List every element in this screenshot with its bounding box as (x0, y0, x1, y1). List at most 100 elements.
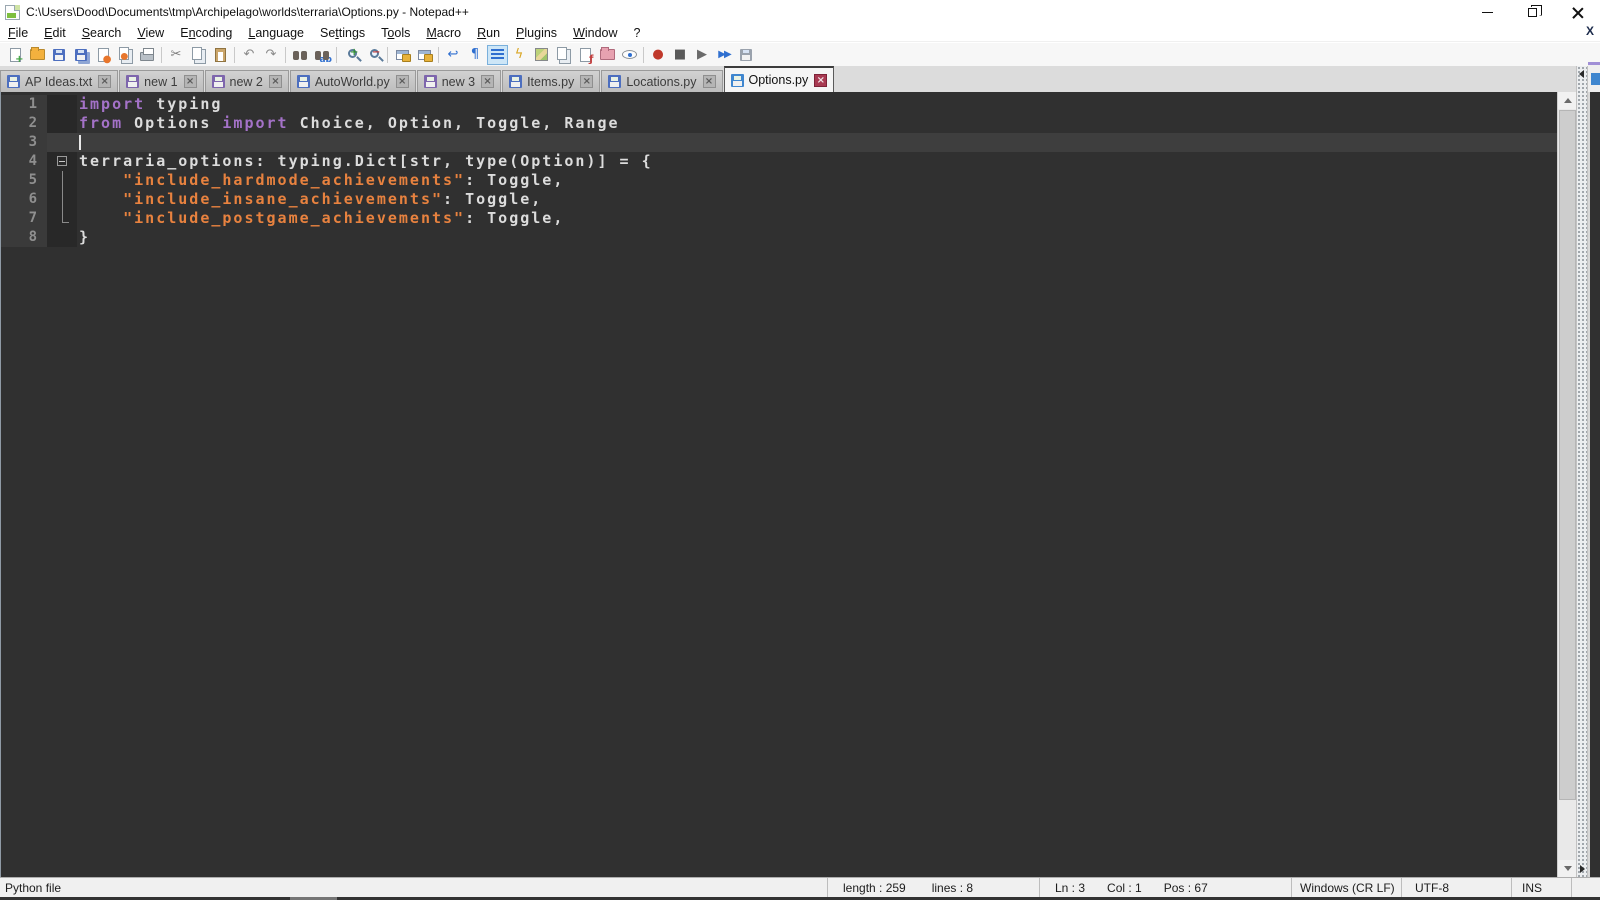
view-splitter[interactable] (1576, 66, 1588, 877)
function-list-icon[interactable]: ϟ (509, 45, 530, 65)
tab-label: Items.py (527, 74, 575, 89)
tab-close-icon[interactable]: × (183, 75, 197, 88)
tab-new-1[interactable]: new 1 × (119, 70, 204, 92)
line-number: 3 (1, 133, 47, 152)
secondary-view-editor[interactable] (1588, 92, 1600, 877)
scroll-down-button[interactable] (1558, 860, 1577, 877)
status-insert-mode[interactable]: INS (1522, 881, 1542, 895)
menu-help[interactable]: ? (626, 25, 649, 41)
open-file-icon[interactable] (27, 45, 48, 65)
menu-language[interactable]: Language (240, 25, 312, 41)
print-icon[interactable] (137, 45, 158, 65)
menu-settings[interactable]: Settings (312, 25, 373, 41)
tab-autoworld-py[interactable]: AutoWorld.py × (289, 70, 416, 92)
copy-icon[interactable] (188, 45, 209, 65)
tab-ap-ideas-txt[interactable]: AP Ideas.txt × (0, 70, 119, 92)
tab-close-icon[interactable]: × (98, 75, 112, 88)
scroll-up-button[interactable] (1558, 92, 1577, 109)
floppy-icon (423, 75, 437, 88)
code-text: "include_insane_achievements": Toggle, (123, 190, 543, 208)
code-line-5: 5 "include_hardmode_achievements": Toggl… (1, 171, 1557, 190)
close-file-icon[interactable]: ● (93, 45, 114, 65)
code-editor[interactable]: 1 import typing 2 from Options import Choic… (0, 92, 1557, 877)
tab-new-2[interactable]: new 2 × (204, 70, 289, 92)
menu-run[interactable]: Run (469, 25, 508, 41)
save-recorded-macro-icon[interactable] (736, 45, 757, 65)
code-line-4: 4 terraria_options: typing.Dict[str, type… (1, 152, 1557, 171)
fold-margin (47, 133, 77, 152)
menu-window[interactable]: Window (565, 25, 625, 41)
code-text (77, 133, 1557, 152)
macro-run-multiple-icon[interactable]: ▶▶ (714, 45, 735, 65)
redo-icon[interactable]: ↷ (261, 45, 282, 65)
scroll-down-icon (1563, 866, 1572, 871)
zoom-out-icon[interactable]: − (363, 45, 384, 65)
code-lines: 1 import typing 2 from Options import Choic… (1, 95, 1557, 247)
replace-icon[interactable]: ab (312, 45, 333, 65)
document-switcher-icon[interactable] (553, 45, 574, 65)
tab-close-icon[interactable]: × (268, 75, 282, 88)
sync-vertical-scrolling-icon[interactable] (392, 45, 413, 65)
view-current-file-icon[interactable]: ƒ (575, 45, 596, 65)
restore-button[interactable] (1510, 0, 1555, 24)
status-eol-format[interactable]: Windows (CR LF) (1300, 881, 1395, 895)
tab-close-icon[interactable]: × (580, 75, 594, 88)
menu-search[interactable]: Search (74, 25, 130, 41)
menu-encoding[interactable]: Encoding (172, 25, 240, 41)
folder-as-workspace-icon[interactable] (597, 45, 618, 65)
menu-file[interactable]: File (0, 25, 36, 41)
toolbar-separator (234, 46, 235, 63)
minimize-button[interactable] (1465, 0, 1510, 24)
splitter-collapse-right-icon[interactable] (1580, 865, 1585, 873)
tab-label: AutoWorld.py (314, 74, 390, 89)
cut-icon[interactable]: ✂ (166, 45, 187, 65)
save-all-icon[interactable] (71, 45, 92, 65)
macro-play-icon[interactable]: ▶ (692, 45, 713, 65)
paste-icon[interactable] (210, 45, 231, 65)
close-all-icon[interactable]: ● (115, 45, 136, 65)
scrollbar-thumb[interactable] (1559, 110, 1576, 800)
zoom-in-icon[interactable]: + (341, 45, 362, 65)
tab-close-icon[interactable]: × (481, 75, 495, 88)
fold-margin[interactable] (47, 152, 77, 171)
menu-plugins[interactable]: Plugins (508, 25, 565, 41)
menu-view[interactable]: View (129, 25, 172, 41)
new-file-icon[interactable]: + (5, 45, 26, 65)
find-icon[interactable] (290, 45, 311, 65)
splitter-collapse-left-icon[interactable] (1579, 70, 1584, 78)
macro-stop-icon[interactable]: ■ (670, 45, 691, 65)
tab-close-icon[interactable]: × (702, 75, 716, 88)
secondary-view-tab[interactable] (1588, 62, 1600, 92)
menu-macro[interactable]: Macro (418, 25, 469, 41)
status-line-number: Ln : 3 (1055, 880, 1086, 895)
tab-close-icon[interactable]: × (814, 73, 828, 87)
tab-new-3[interactable]: new 3 × (416, 70, 502, 92)
status-encoding[interactable]: UTF-8 (1415, 881, 1449, 895)
show-all-characters-icon[interactable]: ¶ (465, 45, 486, 65)
undo-icon[interactable]: ↶ (239, 45, 260, 65)
document-map-icon[interactable] (531, 45, 552, 65)
toolbar-separator (336, 46, 337, 63)
macro-record-icon[interactable]: ● (648, 45, 669, 65)
toolbar: + ● ● ✂ ↶ ↷ ab + − ↩ ¶ ϟ ƒ ● ■ ▶ ▶▶ (0, 43, 1600, 66)
tab-locations-py[interactable]: Locations.py × (601, 70, 723, 92)
tab-items-py[interactable]: Items.py × (502, 70, 601, 92)
fold-margin (47, 95, 77, 114)
vertical-scrollbar[interactable] (1557, 92, 1577, 877)
close-button[interactable] (1555, 0, 1600, 24)
menu-tools[interactable]: Tools (373, 25, 418, 41)
show-indent-guide-icon[interactable] (486, 44, 508, 65)
sync-horizontal-scrolling-icon[interactable] (414, 45, 435, 65)
tab-close-icon[interactable]: × (395, 75, 409, 88)
title-bar: C:\Users\Dood\Documents\tmp\Archipelago\… (0, 0, 1600, 24)
monitoring-icon[interactable] (619, 45, 640, 65)
fold-collapse-icon[interactable] (57, 156, 67, 166)
tab-options-py[interactable]: Options.py × (723, 66, 835, 92)
word-wrap-icon[interactable]: ↩ (443, 45, 464, 65)
menu-close-x-icon[interactable]: X (1586, 24, 1594, 38)
save-file-icon[interactable] (49, 45, 70, 65)
fold-corner (62, 209, 69, 223)
menu-edit[interactable]: Edit (36, 25, 74, 41)
floppy-icon (730, 73, 744, 87)
line-number: 8 (1, 228, 47, 247)
